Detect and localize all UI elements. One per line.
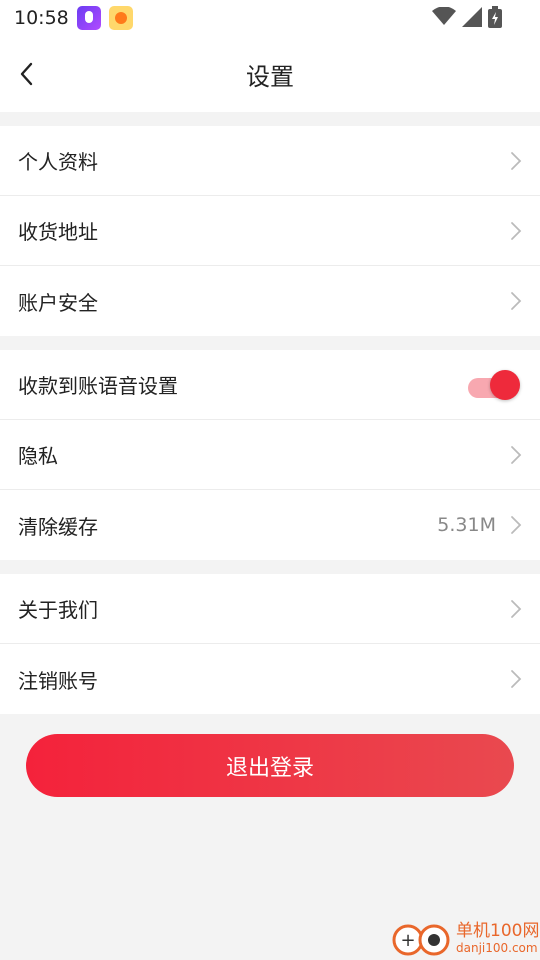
settings-item-label: 收货地址 (18, 220, 98, 244)
toggle-knob (490, 370, 520, 400)
chevron-right-icon (511, 292, 522, 310)
chevron-right-icon (511, 151, 522, 170)
settings-item-profile[interactable]: 个人资料 (0, 126, 540, 196)
chevron-right-icon (511, 670, 522, 688)
svg-text:+: + (400, 930, 415, 951)
settings-item-label: 关于我们 (18, 598, 98, 622)
chevron-right-icon (511, 599, 522, 618)
top-nav: 设置 (0, 36, 540, 112)
watermark-cn: 单机100网 (456, 921, 540, 941)
settings-group-2: 收款到账语音设置 隐私 清除缓存 5.31M (0, 350, 540, 560)
settings-item-address[interactable]: 收货地址 (0, 196, 540, 266)
cache-size-value: 5.31M (437, 514, 496, 536)
settings-item-label: 账户安全 (18, 290, 98, 315)
settings-item-label: 隐私 (18, 444, 58, 468)
settings-group-1: 个人资料 收货地址 账户安全 (0, 126, 540, 336)
chevron-right-icon (511, 516, 522, 534)
settings-item-about[interactable]: 关于我们 (0, 574, 540, 644)
status-bar: 10:58 (0, 0, 540, 36)
settings-group-3: 关于我们 注销账号 (0, 574, 540, 714)
settings-item-label: 清除缓存 (18, 514, 98, 539)
podcast-app-icon (76, 6, 101, 30)
battery-icon (488, 6, 502, 28)
watermark-logo-icon: + (392, 924, 450, 956)
settings-item-label: 注销账号 (18, 668, 98, 693)
chevron-right-icon (511, 221, 522, 240)
settings-item-label: 个人资料 (18, 150, 98, 174)
watermark: + 单机100网 danji100.com (390, 916, 540, 960)
chevron-left-icon[interactable] (14, 60, 42, 88)
settings-item-clear-cache[interactable]: 清除缓存 5.31M (0, 490, 540, 560)
settings-item-account-security[interactable]: 账户安全 (0, 266, 540, 336)
chevron-right-icon (511, 445, 522, 464)
watermark-en: danji100.com (456, 941, 538, 955)
page-title: 设置 (246, 62, 294, 91)
settings-item-delete-account[interactable]: 注销账号 (0, 644, 540, 714)
logout-button[interactable]: 退出登录 (26, 734, 514, 797)
status-time: 10:58 (14, 7, 69, 29)
wifi-icon (432, 7, 456, 25)
system-icons (432, 6, 502, 28)
settings-item-label: 收款到账语音设置 (18, 374, 178, 398)
weather-app-icon (108, 6, 133, 30)
watermark-text: 单机100网 danji100.com (456, 921, 539, 955)
voice-notify-toggle[interactable] (468, 370, 520, 400)
settings-item-voice-notify: 收款到账语音设置 (0, 350, 540, 420)
signal-icon (462, 7, 482, 27)
settings-item-privacy[interactable]: 隐私 (0, 420, 540, 490)
